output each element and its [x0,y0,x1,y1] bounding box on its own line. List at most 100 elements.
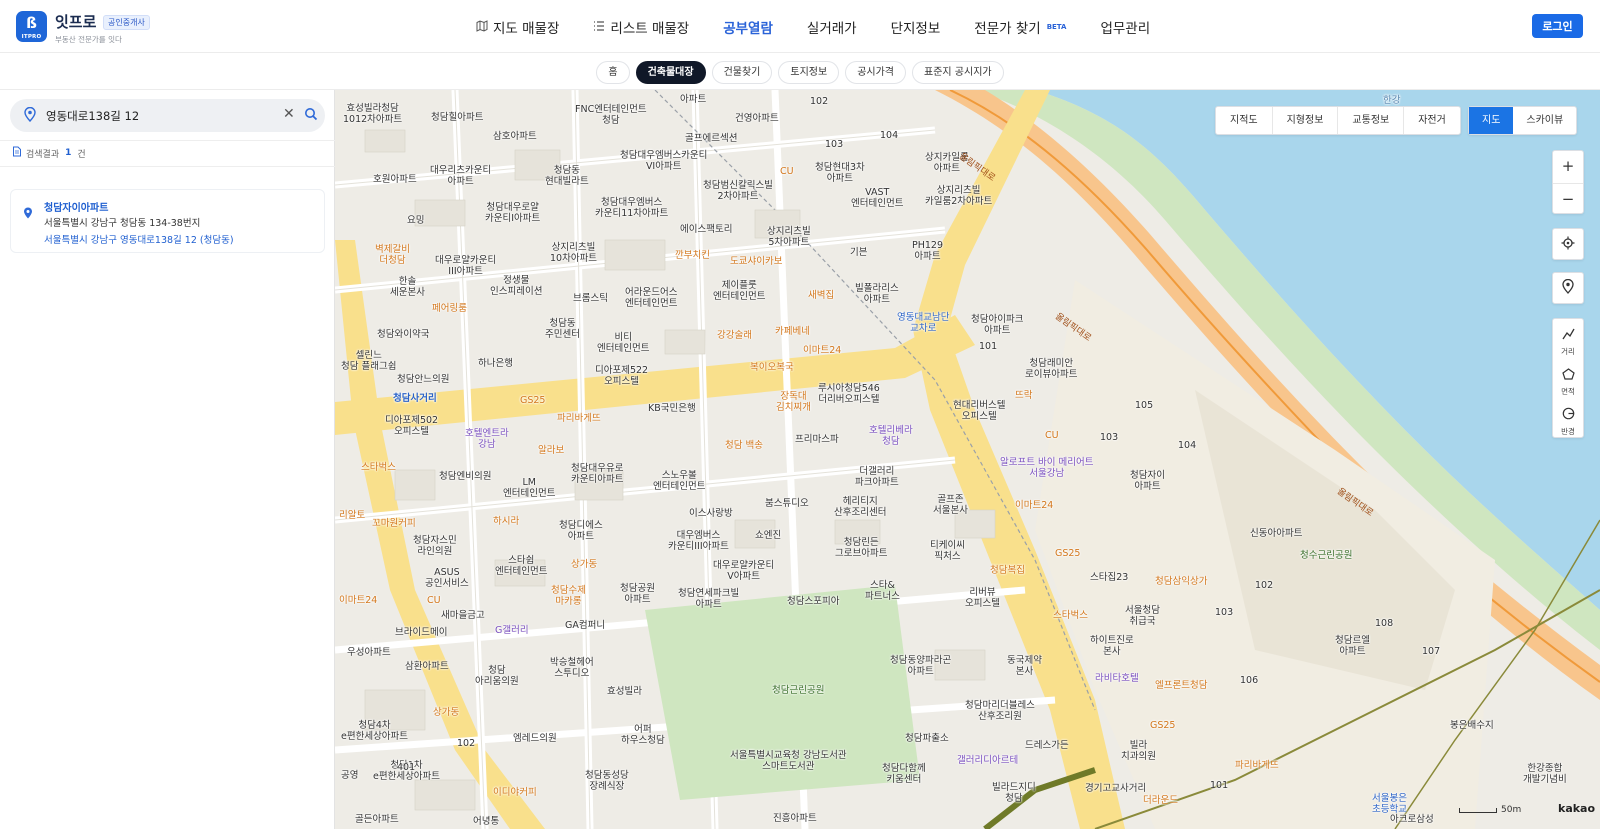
nav-work-management[interactable]: 업무관리 [1100,16,1150,38]
map-label[interactable]: 건영아파트 [735,113,779,124]
result-building-name[interactable]: 청담자이아파트 [44,199,108,214]
map-label[interactable]: 제이플룻 엔터테인먼트 [713,280,765,302]
map-label[interactable]: 아파트 [680,94,706,105]
map-label[interactable]: 봉은배수지 [1450,720,1494,731]
map-label[interactable]: 동국제약 본사 [1007,655,1042,677]
subtab-standard-land-price[interactable]: 표준지 공시지가 [912,61,1004,84]
map-label[interactable]: 페어링룸 [432,303,467,314]
map-label[interactable]: 어녕통 [473,816,499,827]
map-label[interactable]: 청담대우로얄 카운티I아파트 [485,202,540,224]
map-label[interactable]: 상가동 [433,707,459,718]
map-label[interactable]: 상지리츠빌 10차아파트 [550,242,597,264]
map-label[interactable]: 강강술래 [717,330,752,341]
map-label[interactable]: 청담디에스 아파트 [559,520,603,542]
map-label[interactable]: 청담아이파크 아파트 [971,314,1023,336]
map-label[interactable]: 청담사거리 [393,393,437,404]
map-label[interactable]: 비티 엔터테인먼트 [597,332,649,354]
map-label[interactable]: 리알토 [339,510,365,521]
map-label[interactable]: 스타& 파트너스 [865,580,900,602]
measure-distance-button[interactable]: 거리 [1553,319,1583,359]
map-label[interactable]: 청담안느의원 [397,374,449,385]
map-label[interactable]: 하시라 [493,516,519,527]
map-label[interactable]: 디아포제502 오피스텔 [385,415,438,437]
map-label[interactable]: 청담연세파크빌 아파트 [678,588,739,610]
map-label[interactable]: 브라이드메이 [395,627,447,638]
map-label[interactable]: 이디야커피 [493,787,537,798]
map-label[interactable]: G갤러리 [495,625,529,636]
clear-icon[interactable]: ✕ [283,106,295,122]
map-label[interactable]: 요밍 [407,215,424,226]
map-label[interactable]: 빌폴라리스 아파트 [855,283,899,305]
my-location-button[interactable] [1552,228,1584,260]
layer-terrain-button[interactable]: 지형정보 [1273,107,1339,134]
map-label[interactable]: 이마트24 [339,595,377,606]
map-label[interactable]: 청담대우유로 카운티아파트 [571,463,623,485]
zoom-out-button[interactable]: − [1553,183,1583,215]
map-label[interactable]: GS25 [520,395,545,406]
map-label[interactable]: 청담복집 [990,565,1025,576]
map-label[interactable]: 하나은행 [478,358,513,369]
map-label[interactable]: 청담4차 e편한세상아파트 [341,720,408,742]
map-label[interactable]: 복이오복국 [750,362,794,373]
map-label[interactable]: 스타집23 [1090,572,1128,583]
map-label[interactable]: 청담삼익상가 [1155,576,1207,587]
map-label[interactable]: 한강종합 개발기념비 [1523,763,1567,785]
map-label[interactable]: 스타벅스 [1053,610,1088,621]
map-label[interactable]: 청담범신칼릭스빌 2차아파트 [703,180,773,202]
map-type-map-button[interactable]: 지도 [1469,107,1514,134]
map-label[interactable]: 청담와이약국 [377,329,429,340]
subtab-home[interactable]: 홈 [596,61,630,84]
map-label[interactable]: 호텔엔트라 강남 [465,428,509,450]
map-label[interactable]: 우성아파트 [347,647,391,658]
map-label[interactable]: 청담르엘 아파트 [1335,635,1370,657]
map-label[interactable]: 삼호아파트 [493,131,537,142]
map-label[interactable]: 청담마리더블레스 산후조리원 [965,700,1035,722]
map-label[interactable]: 뜨락 [1015,390,1032,401]
map-label[interactable]: 한솔 세운본사 [390,276,425,298]
map-label[interactable]: 스노우볼 엔터테인먼트 [653,470,705,492]
map-label[interactable]: 경기고교사거리 [1085,783,1146,794]
nav-find-expert[interactable]: 전문가 찾기 BETA [974,16,1066,38]
map-label[interactable]: PH129 아파트 [912,240,943,262]
map-label[interactable]: 아크로삼성 [1390,814,1434,825]
brand-name[interactable]: 잇프로 [55,11,96,32]
subtab-land-info[interactable]: 토지정보 [778,61,840,84]
map-label[interactable]: 스타쉽 엔터테인먼트 [495,555,547,577]
map-label[interactable]: 청담 백송 [725,440,763,451]
layer-bicycle-button[interactable]: 자전거 [1404,107,1460,134]
subtab-find-building[interactable]: 건물찾기 [711,61,773,84]
map-label[interactable]: 청담다함께 키움센터 [882,763,926,785]
map-label[interactable]: 서울청담 취급국 [1125,605,1160,627]
map-label[interactable]: ASUS 공인서비스 [425,567,469,589]
map-label[interactable]: GS25 [1055,548,1080,559]
map-label[interactable]: 청담 아리움의원 [475,665,519,687]
map-label[interactable]: 청담동 주민센터 [545,318,580,340]
map-label[interactable]: 티케이씨 픽처스 [930,540,965,562]
map-label[interactable]: 골프에르섹션 [685,133,737,144]
map-label[interactable]: 현대리버스텔 오피스텔 [953,400,1005,422]
map-label[interactable]: 청수근린공원 [1300,550,1352,561]
map-label[interactable]: 더갤러리 파크아파트 [855,466,899,488]
map-label[interactable]: 청담스포피아 [787,596,839,607]
map-label[interactable]: 청담힐아파트 [431,112,483,123]
map-label[interactable]: 장독대 김치찌개 [776,391,811,413]
map-label[interactable]: 셀린느 청담 플래그쉽 [341,350,396,372]
map-label[interactable]: 쇼엔진 [755,530,781,541]
map-label[interactable]: CU [1045,430,1059,441]
map-label[interactable]: 호원아파트 [373,174,417,185]
layer-traffic-button[interactable]: 교통정보 [1338,107,1405,134]
map-view[interactable]: 효성빌라청담 1012차아파트 청담힐아파트 FNC엔터테인먼트 청담 아파트 건영… [335,90,1600,829]
map-label[interactable]: 새마을금고 [441,610,485,621]
map-label[interactable]: 붐스튜디오 [765,498,809,509]
map-label[interactable]: 파리바게뜨 [1235,760,1279,771]
measure-area-button[interactable]: 면적 [1553,359,1583,399]
map-label[interactable]: 새벽집 [808,290,834,301]
map-label[interactable]: 더라운드 [1143,795,1178,806]
map-label[interactable]: 스타벅스 [361,462,396,473]
measure-radius-button[interactable]: 반경 [1553,399,1583,439]
search-result-item[interactable]: 청담자이아파트 서울특별시 강남구 청담동 134-38번지 서울특별시 강남구… [10,189,325,253]
map-label[interactable]: 대우리츠카운티 아파트 [430,165,491,187]
nav-complex-info[interactable]: 단지정보 [891,16,941,38]
map-label[interactable]: 브롬스틱 [573,293,608,304]
map-label[interactable]: 대우로얄카운티 III아파트 [435,255,496,277]
